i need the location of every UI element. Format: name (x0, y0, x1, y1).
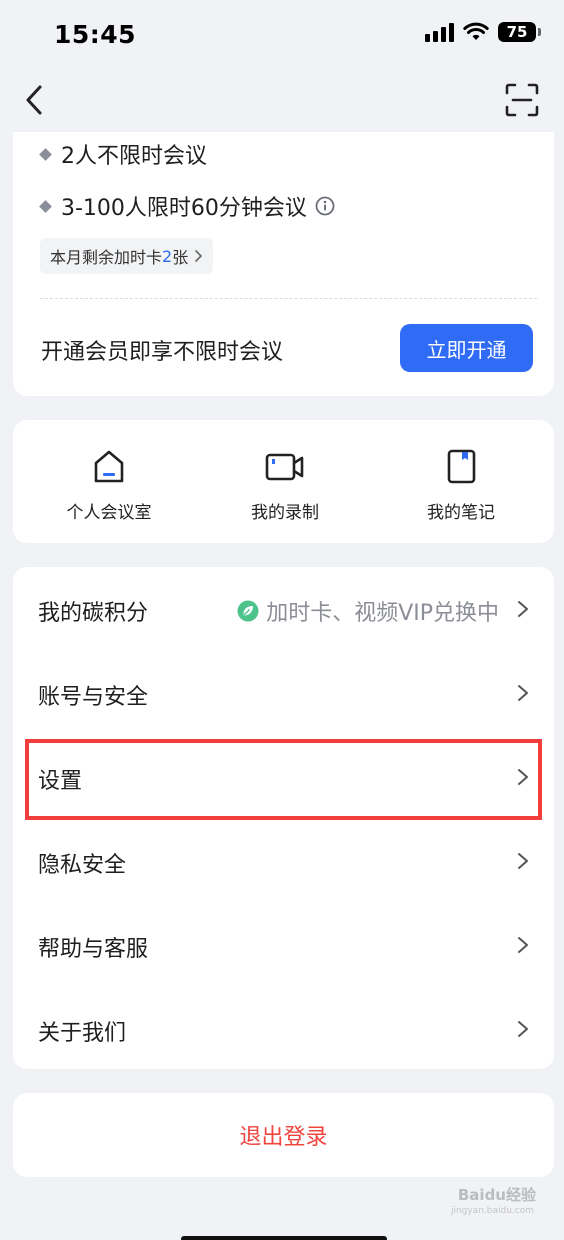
shortcut-label: 我的笔记 (427, 503, 495, 523)
menu-label: 关于我们 (38, 1021, 127, 1046)
menu-label: 帮助与客服 (38, 937, 149, 962)
chevron-right-icon (518, 853, 528, 869)
shortcut-personal-room[interactable]: 个人会议室 (34, 448, 184, 523)
divider (40, 298, 537, 299)
plan-feature: 2人不限时会议 (39, 138, 207, 170)
plan-feature-text: 2人不限时会议 (61, 144, 207, 169)
shortcuts-card: 个人会议室 我的录制 我的笔记 (13, 420, 554, 543)
menu-item-account-security[interactable]: 账号与安全 (13, 651, 554, 735)
watermark-url: jingyan.baidu.com (450, 1206, 534, 1216)
cellular-signal-icon (425, 22, 454, 42)
logout-card: 退出登录 (13, 1093, 554, 1177)
plan-card: 2人不限时会议 3-100人限时60分钟会议 本月剩余加时卡 2 张 开通会员即… (13, 132, 554, 396)
battery-icon: 75 (498, 22, 541, 42)
bullet-icon (39, 147, 52, 161)
shortcut-my-notes[interactable]: 我的笔记 (386, 448, 536, 523)
menu-label: 账号与安全 (38, 685, 149, 710)
menu-item-help[interactable]: 帮助与客服 (13, 903, 554, 987)
chevron-right-icon (518, 1021, 528, 1037)
shortcut-my-recordings[interactable]: 我的录制 (210, 448, 360, 523)
promo-text: 开通会员即享不限时会议 (41, 340, 284, 365)
menu-label: 设置 (38, 769, 83, 794)
room-icon (94, 450, 124, 483)
open-membership-button[interactable]: 立即开通 (400, 324, 533, 372)
info-icon[interactable] (315, 196, 335, 216)
watermark-logo: Baidu经验 (457, 1186, 536, 1204)
chevron-right-icon (518, 601, 528, 617)
menu-extra-text: 加时卡、视频VIP兑换中 (266, 601, 499, 626)
scan-icon[interactable] (504, 82, 540, 118)
video-record-icon (265, 453, 304, 481)
shortcut-label: 我的录制 (251, 503, 319, 523)
home-indicator (181, 1236, 387, 1240)
chevron-right-icon (518, 685, 528, 701)
menu-item-privacy[interactable]: 隐私安全 (13, 819, 554, 903)
status-icons: 75 (425, 22, 541, 42)
chip-count: 2 (162, 246, 173, 266)
chevron-right-icon (518, 769, 528, 785)
status-bar: 15:45 75 (0, 0, 564, 70)
menu-item-carbon-points[interactable]: 我的碳积分 加时卡、视频VIP兑换中 (13, 567, 554, 651)
bullet-icon (39, 199, 52, 213)
leaf-icon (237, 600, 259, 622)
menu-extra: 加时卡、视频VIP兑换中 (237, 595, 499, 627)
menu-card: 我的碳积分 加时卡、视频VIP兑换中 账号与安全 设置 隐私安全 帮助与客服 关… (13, 567, 554, 1069)
battery-level: 75 (506, 23, 528, 41)
shortcut-label: 个人会议室 (66, 503, 152, 523)
chevron-right-icon (518, 937, 528, 953)
plan-feature: 3-100人限时60分钟会议 (39, 190, 335, 222)
back-icon[interactable] (20, 82, 50, 118)
plan-feature-text: 3-100人限时60分钟会议 (61, 196, 307, 221)
wifi-icon (463, 22, 489, 40)
menu-item-about[interactable]: 关于我们 (13, 987, 554, 1071)
chip-prefix: 本月剩余加时卡 (50, 248, 163, 267)
extra-time-card-chip[interactable]: 本月剩余加时卡 2 张 (40, 238, 214, 274)
menu-item-settings[interactable]: 设置 (13, 735, 554, 819)
chevron-right-icon (195, 250, 203, 262)
chip-suffix: 张 (172, 248, 189, 267)
menu-label: 隐私安全 (38, 853, 127, 878)
status-time: 15:45 (54, 20, 137, 49)
notebook-icon (447, 449, 476, 484)
menu-label: 我的碳积分 (38, 601, 149, 626)
logout-button[interactable]: 退出登录 (13, 1093, 554, 1177)
